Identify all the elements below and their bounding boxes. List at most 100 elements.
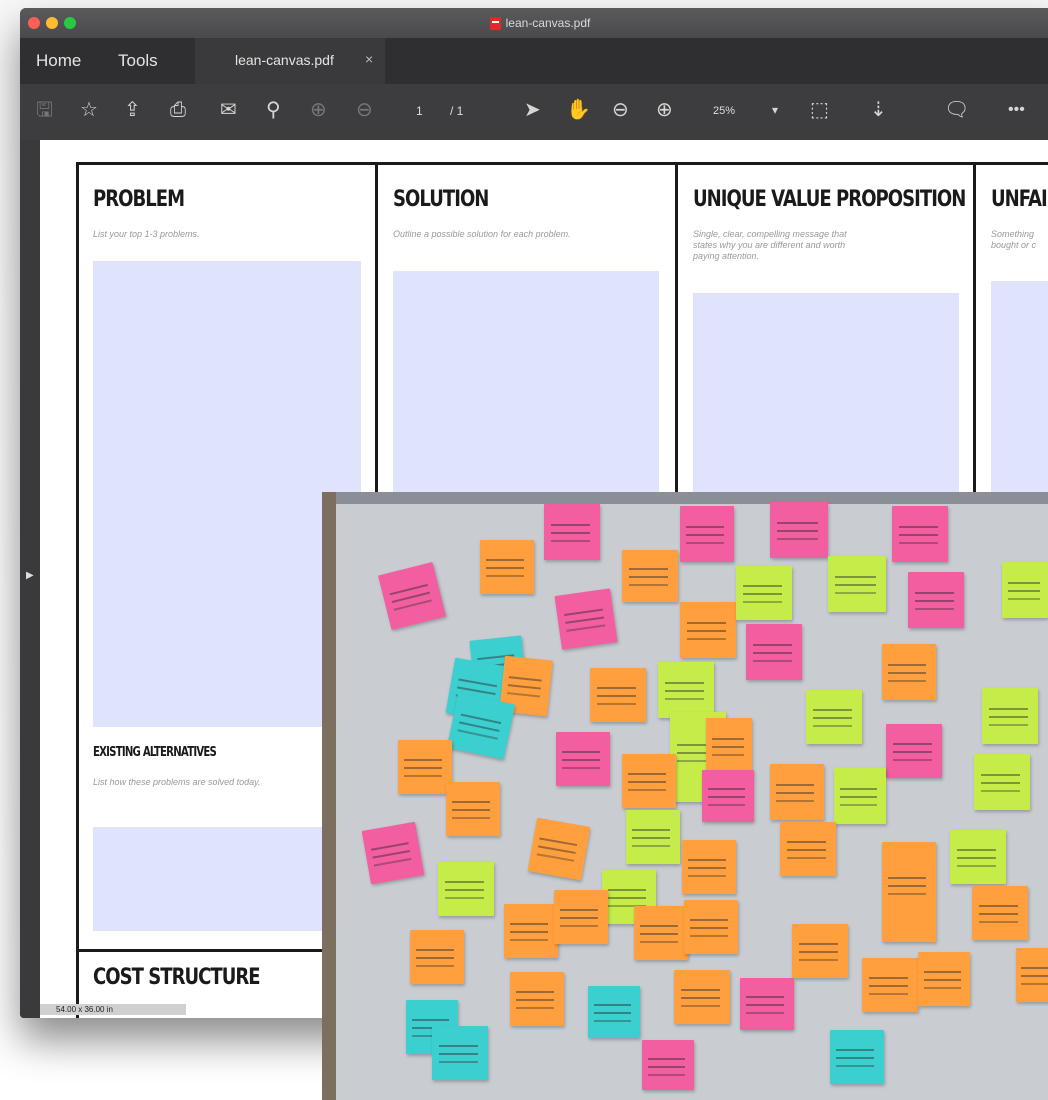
sticky-note <box>510 972 564 1026</box>
sticky-note <box>642 1040 694 1090</box>
window-title-text: lean-canvas.pdf <box>505 16 591 30</box>
email-icon[interactable]: ✉ <box>220 98 237 122</box>
problem-title: PROBLEM <box>93 187 185 212</box>
sticky-notes-photo <box>322 492 1048 1100</box>
sticky-note <box>830 1030 884 1084</box>
sticky-note <box>918 952 970 1006</box>
sticky-note <box>828 556 886 612</box>
zoom-out-icon[interactable]: ⊖ <box>612 98 629 122</box>
scroll-mode-icon[interactable]: ⇣ <box>870 98 887 122</box>
sticky-note <box>886 724 942 778</box>
bookmark-star-icon[interactable]: ☆ <box>80 98 98 122</box>
sticky-note <box>446 782 500 836</box>
sticky-note <box>544 504 600 560</box>
zoom-dropdown-chevron-icon[interactable]: ▾ <box>772 98 778 122</box>
sticky-note <box>702 770 754 822</box>
sticky-note <box>480 540 534 594</box>
pdf-file-icon <box>489 16 501 30</box>
cost-structure-title: COST STRUCTURE <box>93 965 261 990</box>
toolbar: 🖫 ☆ ⇪ ⎙ ✉ ⚲ ⊕ ⊖ 1 / 1 ➤ ✋ ⊖ ⊕ 25% ▾ ⬚ ⇣ … <box>20 84 1048 140</box>
alternatives-title: EXISTING ALTERNATIVES <box>93 745 217 760</box>
upload-cloud-icon[interactable]: ⇪ <box>124 98 141 122</box>
sticky-note <box>554 588 618 650</box>
select-pointer-icon[interactable]: ➤ <box>524 98 541 122</box>
sticky-note <box>982 688 1038 744</box>
sticky-note <box>908 572 964 628</box>
sticky-note <box>834 768 886 824</box>
sticky-note <box>398 740 452 794</box>
sticky-note <box>950 830 1006 884</box>
sticky-note <box>680 602 736 658</box>
hand-tool-icon[interactable]: ✋ <box>566 98 591 122</box>
save-icon[interactable]: 🖫 <box>36 98 53 122</box>
page-total: / 1 <box>450 104 464 118</box>
zoom-level-select[interactable]: 25% <box>713 105 735 117</box>
zoom-search-icon[interactable]: ⚲ <box>266 98 281 122</box>
sticky-note <box>590 668 646 722</box>
sticky-note <box>410 930 464 984</box>
window-title: lean-canvas.pdf <box>20 8 1048 38</box>
tab-bar: Home Tools lean-canvas.pdf × <box>20 38 1048 85</box>
sticky-note <box>882 842 936 942</box>
expand-panel-arrow-icon[interactable]: ▶ <box>26 570 34 581</box>
uvp-title: UNIQUE VALUE PROPOSITION <box>693 187 966 212</box>
sticky-note <box>554 890 608 944</box>
sticky-note <box>684 900 738 954</box>
more-options-icon[interactable]: ••• <box>1008 98 1025 122</box>
sticky-note <box>780 822 836 876</box>
tab-home[interactable]: Home <box>36 51 81 71</box>
titlebar: lean-canvas.pdf <box>20 8 1048 38</box>
sticky-note <box>438 862 494 916</box>
sticky-note <box>680 506 734 562</box>
sticky-note <box>1016 948 1048 1002</box>
page-size-status: 54.00 x 36.00 in <box>40 1004 186 1015</box>
fit-page-icon[interactable]: ⬚ <box>810 98 829 122</box>
sticky-note <box>556 732 610 786</box>
tab-document-label: lean-canvas.pdf <box>235 52 334 68</box>
problem-area <box>93 261 361 727</box>
sticky-note <box>626 810 680 864</box>
alternatives-area <box>93 827 361 931</box>
zoom-in-icon[interactable]: ⊕ <box>656 98 673 122</box>
next-page-icon[interactable]: ⊖ <box>356 98 373 122</box>
sticky-note <box>682 840 736 894</box>
sticky-note <box>806 690 862 744</box>
sticky-note <box>736 566 792 620</box>
unfair-advantage-subtitle: Something bought or c <box>991 229 1037 250</box>
problem-subtitle: List your top 1-3 problems. <box>93 229 200 239</box>
sticky-note <box>622 550 678 602</box>
sticky-note <box>588 986 640 1038</box>
sticky-note <box>882 644 936 700</box>
sticky-note <box>974 754 1030 810</box>
uvp-subtitle: Single, clear, compelling message that s… <box>693 229 847 261</box>
tab-tools[interactable]: Tools <box>118 51 158 71</box>
sticky-note <box>746 624 802 680</box>
sticky-note <box>432 1026 488 1080</box>
sticky-note <box>527 817 591 881</box>
sticky-note <box>770 502 828 558</box>
left-panel-toggle[interactable]: ▶ <box>20 140 40 1018</box>
comment-icon[interactable]: 🗨 <box>944 98 969 122</box>
previous-page-icon[interactable]: ⊕ <box>310 98 327 122</box>
sticky-note <box>770 764 824 820</box>
sticky-note <box>361 821 425 885</box>
close-tab-button[interactable]: × <box>365 51 373 67</box>
alternatives-subtitle: List how these problems are solved today… <box>93 777 261 787</box>
print-icon[interactable]: ⎙ <box>170 98 186 122</box>
sticky-note <box>674 970 730 1024</box>
photo-frame-edge <box>322 492 336 1100</box>
sticky-note <box>378 562 446 630</box>
sticky-note <box>792 924 848 978</box>
unfair-advantage-title: UNFAI <box>991 187 1048 212</box>
sticky-note <box>622 754 676 808</box>
solution-subtitle: Outline a possible solution for each pro… <box>393 229 571 239</box>
sticky-note <box>504 904 558 958</box>
sticky-note <box>862 958 918 1012</box>
sticky-note <box>740 978 794 1030</box>
sticky-note <box>972 886 1028 940</box>
sticky-note <box>446 692 516 760</box>
solution-title: SOLUTION <box>393 187 489 212</box>
page-number-input[interactable]: 1 <box>416 104 423 118</box>
tab-document[interactable]: lean-canvas.pdf × <box>195 38 385 84</box>
sticky-note <box>658 662 714 718</box>
